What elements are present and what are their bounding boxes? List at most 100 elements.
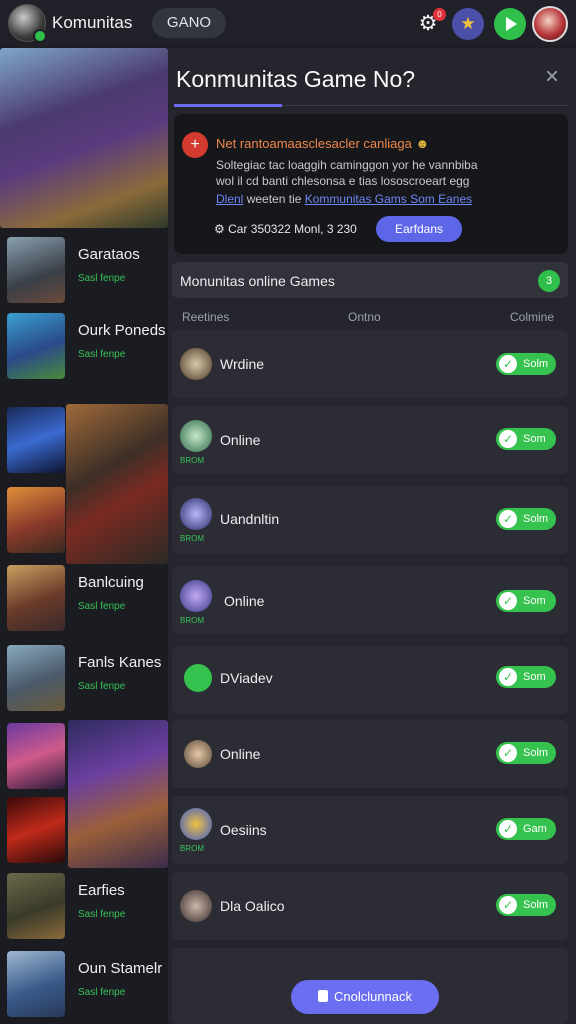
featured-game-art-1[interactable] xyxy=(0,48,168,228)
check-icon: ✓ xyxy=(499,896,517,914)
check-icon: ✓ xyxy=(499,592,517,610)
row-sub-label: BROM xyxy=(180,844,204,853)
game-icon xyxy=(180,348,212,380)
notice-link-line: Dlenl weeten tie Kommunitas Gams Som Ean… xyxy=(216,192,472,206)
notice-text-2: wol il cd banti chlesonsa e tias lososcr… xyxy=(216,174,470,188)
notice-heading: Net rantoamaasclesacler canliaga ☻ xyxy=(216,136,430,151)
game-name: Oun Stamelr xyxy=(78,960,163,977)
table-row[interactable]: BROM Oesiins ✓ Gam xyxy=(172,796,568,864)
panel-title: Konmunitas Game No? xyxy=(176,66,416,92)
game-item[interactable] xyxy=(0,484,168,556)
game-name: Ourk Poneds xyxy=(78,322,166,339)
table-row[interactable]: Online ✓ Solm xyxy=(172,720,568,788)
game-thumbnail xyxy=(7,565,65,631)
status-toggle[interactable]: ✓ Som xyxy=(496,666,556,688)
game-name: Garataos xyxy=(78,246,140,263)
game-thumbnail xyxy=(7,873,65,939)
status-toggle[interactable]: ✓ Solm xyxy=(496,742,556,764)
game-thumbnail xyxy=(7,407,65,473)
play-icon[interactable] xyxy=(494,8,526,40)
notice-action-button[interactable]: Earfdans xyxy=(376,216,462,242)
tab-game[interactable]: GANO xyxy=(152,8,226,38)
game-icon xyxy=(180,420,212,452)
online-games-header[interactable]: Monunitas online Games 3 xyxy=(172,262,568,298)
table-row[interactable]: BROM Online ✓ Som xyxy=(172,406,568,474)
row-name: Dla Oalico xyxy=(220,898,285,914)
alert-icon: + xyxy=(182,132,208,158)
title-underline xyxy=(174,104,282,107)
emoji-icon: ☻ xyxy=(415,136,430,151)
column-header-3: Colmine xyxy=(510,310,555,324)
check-icon: ✓ xyxy=(499,668,517,686)
table-row[interactable]: Dla Oalico ✓ Solm xyxy=(172,872,568,940)
play-icon xyxy=(184,664,212,692)
star-icon[interactable]: ★ xyxy=(452,8,484,40)
community-panel: Konmunitas Game No? × + Net rantoamaascl… xyxy=(168,48,576,1024)
row-name: Online xyxy=(224,593,265,609)
app-title: Komunitas xyxy=(52,13,133,32)
notice-link[interactable]: Kommunitas Gams Som Eanes xyxy=(305,192,472,206)
check-icon: ✓ xyxy=(499,355,517,373)
close-icon[interactable]: × xyxy=(540,65,564,90)
game-item[interactable]: Ourk Poneds Sasl fenpe xyxy=(0,310,168,382)
game-thumbnail xyxy=(7,951,65,1017)
game-icon xyxy=(180,808,212,840)
top-bar: Komunitas GANO ⚙ 0 ★ xyxy=(0,0,576,46)
game-item[interactable]: Garataos Sasl fenpe xyxy=(0,234,168,306)
section-count-badge: 3 xyxy=(538,270,560,292)
notice-link-mid: weeten tie xyxy=(246,192,302,206)
app-logo-avatar[interactable] xyxy=(8,4,47,43)
game-item[interactable]: Earfies Sasl fenpe xyxy=(0,870,168,942)
row-name: Online xyxy=(220,746,261,762)
table-row[interactable]: BROM Uandnltin ✓ Solm xyxy=(172,486,568,554)
notice-link-prefix[interactable]: Dlenl xyxy=(216,192,243,206)
online-badge xyxy=(33,29,47,43)
game-thumbnail xyxy=(7,723,65,789)
status-toggle[interactable]: ✓ Solm xyxy=(496,894,556,916)
table-row[interactable]: DViadev ✓ Som xyxy=(172,646,568,714)
check-icon: ✓ xyxy=(499,820,517,838)
game-icon xyxy=(184,740,212,768)
game-item[interactable]: Fanls Kanes Sasl fenpe xyxy=(0,642,168,714)
user-avatar[interactable] xyxy=(532,6,568,42)
status-toggle[interactable]: ✓ Solm xyxy=(496,508,556,530)
status-toggle[interactable]: ✓ Som xyxy=(496,428,556,450)
game-item[interactable] xyxy=(0,404,168,476)
column-header-2: Ontno xyxy=(348,310,381,324)
game-name: Fanls Kanes xyxy=(78,654,162,671)
row-name: Uandnltin xyxy=(220,511,280,527)
game-status: Sasl fenpe xyxy=(78,601,126,612)
notification-badge: 0 xyxy=(433,8,446,21)
game-item[interactable] xyxy=(0,720,168,792)
table-row[interactable]: Wrdine ✓ Solm xyxy=(172,330,568,398)
game-list-sidebar: Garataos Sasl fenpe Ourk Poneds Sasl fen… xyxy=(0,48,168,1024)
check-icon: ✓ xyxy=(499,744,517,762)
table-row[interactable]: BROM Online ✓ Som xyxy=(172,566,568,634)
status-toggle[interactable]: ✓ Gam xyxy=(496,818,556,840)
game-thumbnail xyxy=(7,487,65,553)
game-status: Sasl fenpe xyxy=(78,273,126,284)
game-status: Sasl fenpe xyxy=(78,909,126,920)
game-status: Sasl fenpe xyxy=(78,349,126,360)
bag-icon xyxy=(317,990,328,1002)
bottom-action-button[interactable]: Cnolclunnack xyxy=(291,980,439,1014)
row-sub-label: BROM xyxy=(180,456,204,465)
game-icon xyxy=(180,498,212,530)
game-item[interactable]: Oun Stamelr Sasl fenpe xyxy=(0,948,168,1020)
row-name: DViadev xyxy=(220,670,273,686)
game-icon xyxy=(180,890,212,922)
game-thumbnail xyxy=(7,237,65,303)
row-sub-label: BROM xyxy=(180,534,204,543)
column-header-1: Reetines xyxy=(182,310,230,324)
status-toggle[interactable]: ✓ Som xyxy=(496,590,556,612)
game-name: Banlcuing xyxy=(78,574,144,591)
game-thumbnail xyxy=(7,313,65,379)
game-item[interactable]: Banlcuing Sasl fenpe xyxy=(0,562,168,634)
game-status: Sasl fenpe xyxy=(78,987,126,998)
gear-icon[interactable]: ⚙ 0 xyxy=(416,8,446,36)
check-icon: ✓ xyxy=(499,510,517,528)
game-status: Sasl fenpe xyxy=(78,681,126,692)
check-icon: ✓ xyxy=(499,430,517,448)
status-toggle[interactable]: ✓ Solm xyxy=(496,353,556,375)
game-item[interactable] xyxy=(0,794,168,866)
